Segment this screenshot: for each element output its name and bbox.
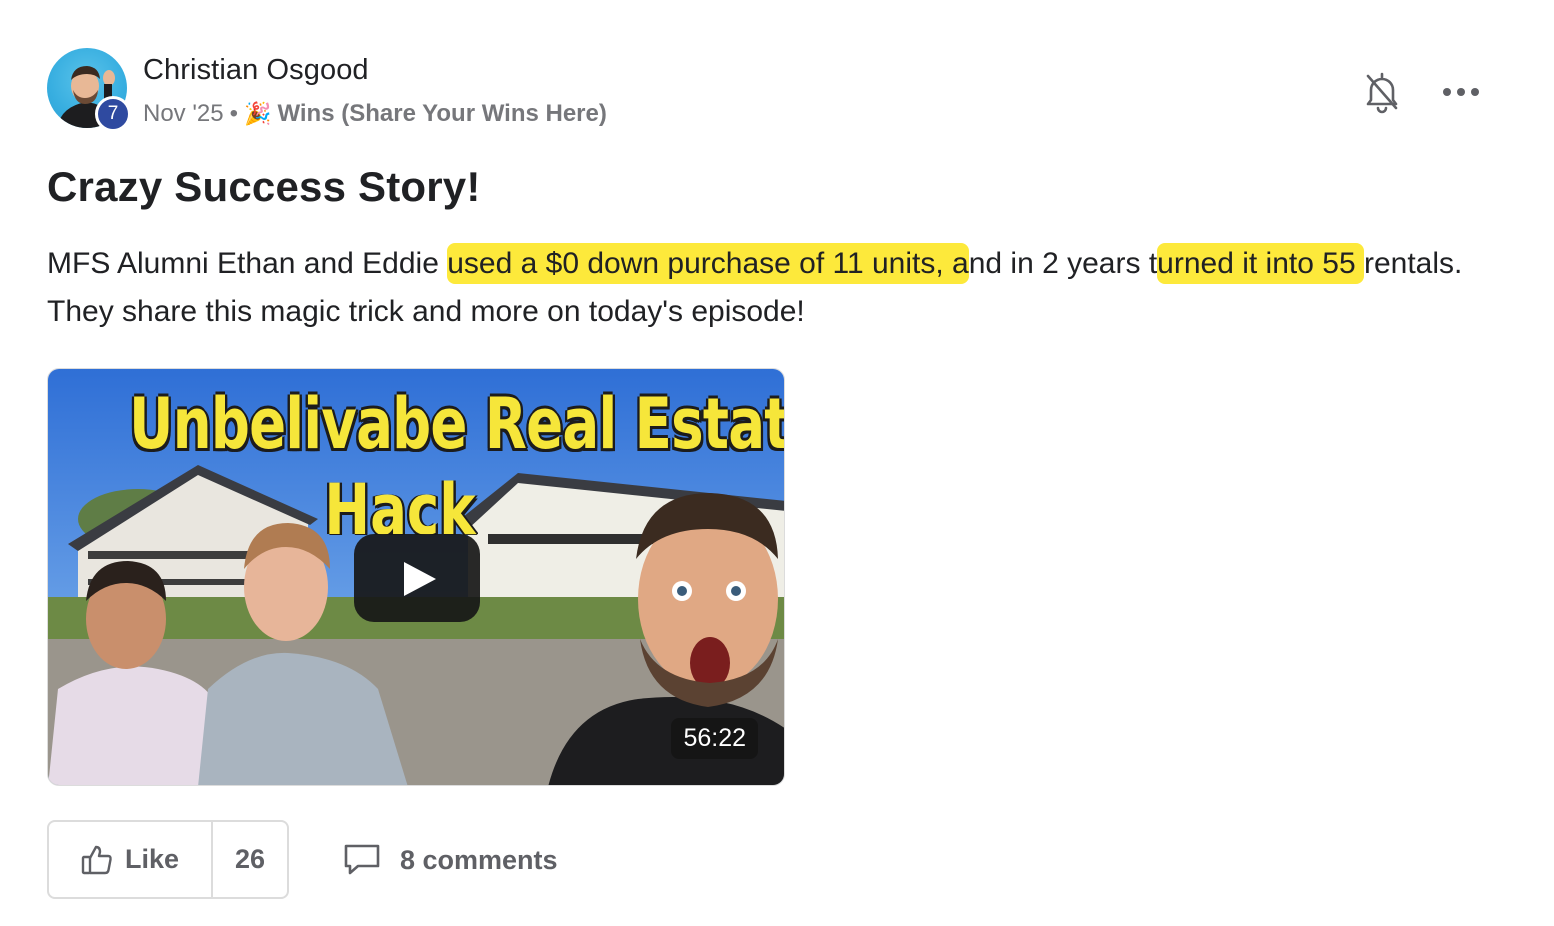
author-avatar-wrap[interactable]: 7 <box>47 48 131 132</box>
category-link[interactable]: Wins (Share Your Wins Here) <box>277 100 606 128</box>
video-duration: 56:22 <box>671 718 758 759</box>
post-body-text: nd in 2 years t <box>968 247 1158 280</box>
thumbnail-title: Unbelivabe Real Estate <box>129 383 785 465</box>
play-icon <box>404 562 436 596</box>
more-horizontal-icon <box>1443 88 1479 96</box>
more-options-button[interactable] <box>1440 80 1482 104</box>
bell-muted-icon <box>1366 72 1398 114</box>
like-button[interactable]: Like <box>49 822 213 897</box>
comment-bubble-icon <box>344 844 380 875</box>
party-popper-icon: 🎉 <box>244 101 272 126</box>
thumbnail-title-line2: Hack <box>324 469 476 535</box>
like-label: Like <box>124 844 180 874</box>
author-name[interactable]: Christian Osgood <box>143 54 369 87</box>
video-player[interactable]: Unbelivabe Real Estate Hack 56:22 <box>47 368 785 786</box>
meta-separator: • <box>229 100 239 127</box>
post-title: Crazy Success Story! <box>47 163 481 210</box>
post-body-text: MFS Alumni Ethan and Eddie <box>47 247 448 280</box>
level-badge: 7 <box>95 96 131 132</box>
like-group: Like 26 <box>47 820 289 899</box>
post-date[interactable]: Nov '25 <box>143 100 224 128</box>
comments-label: 8 comments <box>400 844 558 875</box>
like-count[interactable]: 26 <box>213 822 287 897</box>
highlighted-text: urned it into 55 <box>1157 243 1364 284</box>
highlighted-text: used a $0 down purchase of 11 units, a <box>447 243 969 284</box>
comments-button[interactable]: 8 comments <box>342 838 558 882</box>
play-button[interactable] <box>354 534 480 622</box>
thumbs-up-icon <box>81 845 112 874</box>
post-body: MFS Alumni Ethan and Eddie used a $0 dow… <box>47 240 1487 336</box>
notification-toggle-button[interactable] <box>1362 70 1402 114</box>
post-meta: Nov '25 • 🎉 Wins (Share Your Wins Here) <box>143 100 607 128</box>
